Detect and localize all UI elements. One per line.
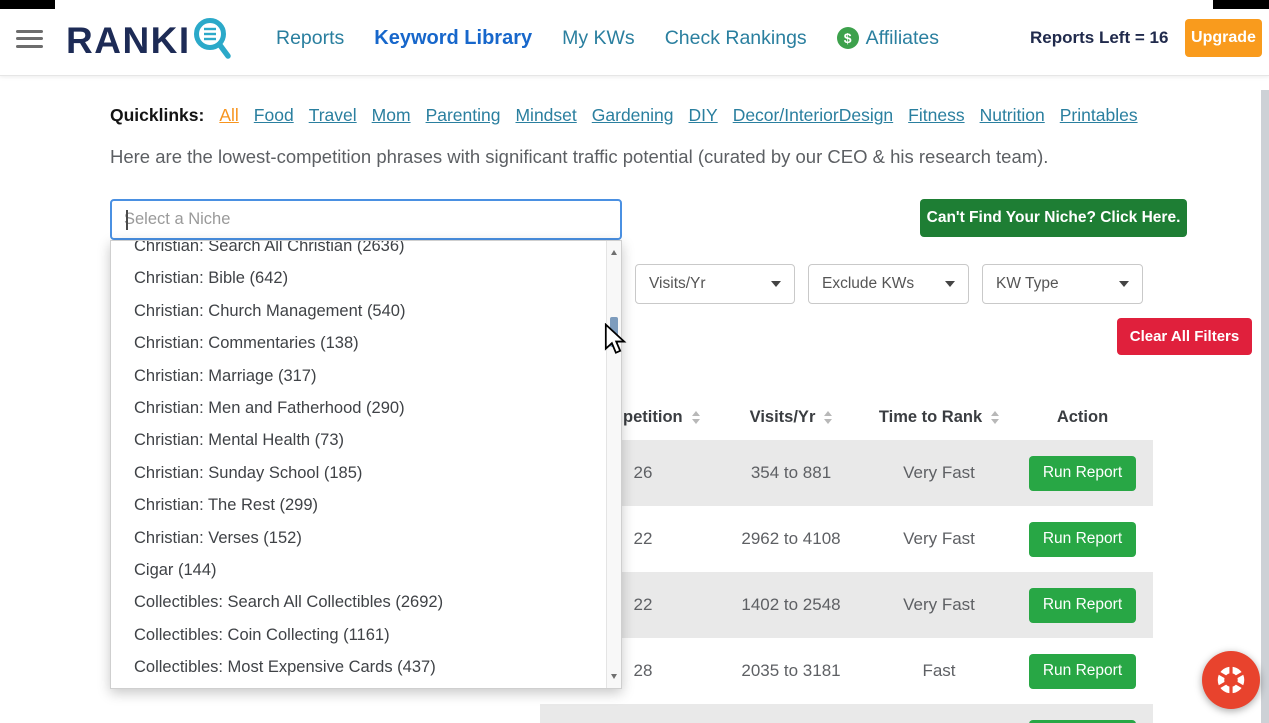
visits-cell: 2962 to 4108 xyxy=(716,529,866,549)
run-report-button[interactable]: Run Report xyxy=(1029,456,1136,491)
cant-find-niche-button[interactable]: Can't Find Your Niche? Click Here. xyxy=(920,199,1187,237)
top-left-black-bar xyxy=(0,0,55,9)
run-report-button[interactable]: Run Report xyxy=(1029,654,1136,689)
quicklinks-row: Quicklinks: All Food Travel Mom Parentin… xyxy=(110,105,1138,126)
quicklink-decor-interior-design[interactable]: Decor/InteriorDesign xyxy=(733,105,893,126)
time-to-rank-header-label: Time to Rank xyxy=(879,408,982,427)
exclude-kws-filter[interactable]: Exclude KWs xyxy=(808,264,969,304)
exclude-filter-label: Exclude KWs xyxy=(822,275,914,293)
clear-all-filters-button[interactable]: Clear All Filters xyxy=(1117,318,1252,355)
rankiq-logo[interactable]: RANKI xyxy=(66,15,234,66)
quicklink-printables[interactable]: Printables xyxy=(1060,105,1138,126)
run-report-button[interactable]: Run Report xyxy=(1029,588,1136,623)
dropdown-option[interactable]: Christian: Mental Health (73) xyxy=(111,424,621,456)
sort-icon[interactable] xyxy=(991,411,999,424)
time-to-rank-cell: Fast xyxy=(866,661,1012,681)
top-nav: RANKI Reports Keyword Library My KWs Che… xyxy=(0,0,1269,76)
text-caret xyxy=(126,210,128,230)
table-row: 28 2035 to 3181 Fast Run Report xyxy=(540,638,1153,704)
quicklink-fitness[interactable]: Fitness xyxy=(908,105,964,126)
dropdown-option[interactable]: Collectibles: Search All Collectibles (2… xyxy=(111,586,621,618)
chat-widget-button[interactable] xyxy=(1202,651,1260,709)
time-to-rank-cell: Very Fast xyxy=(866,463,1012,483)
kw-type-filter[interactable]: KW Type xyxy=(982,264,1143,304)
time-to-rank-cell: Very Fast xyxy=(866,595,1012,615)
quicklink-travel[interactable]: Travel xyxy=(309,105,357,126)
visits-header-label: Visits/Yr xyxy=(750,408,816,427)
quicklink-mom[interactable]: Mom xyxy=(372,105,411,126)
page: RANKI Reports Keyword Library My KWs Che… xyxy=(0,0,1269,723)
quicklink-food[interactable]: Food xyxy=(254,105,294,126)
table-header-row: Competition Visits/Yr Time to Rank Actio… xyxy=(540,395,1153,440)
sort-icon[interactable] xyxy=(824,411,832,424)
dropdown-option[interactable]: Cigar (144) xyxy=(111,554,621,586)
visits-cell: 354 to 881 xyxy=(716,463,866,483)
dropdown-option[interactable]: Christian: Verses (152) xyxy=(111,522,621,554)
visits-per-year-filter[interactable]: Visits/Yr xyxy=(635,264,795,304)
sort-icon[interactable] xyxy=(692,411,700,424)
dropdown-option[interactable]: Christian: Men and Fatherhood (290) xyxy=(111,392,621,424)
nav-item-keyword-library[interactable]: Keyword Library xyxy=(374,27,532,50)
quicklink-diy[interactable]: DIY xyxy=(689,105,718,126)
time-to-rank-header: Time to Rank xyxy=(866,408,1012,427)
dropdown-option[interactable]: Collectibles: Coin Collecting (1161) xyxy=(111,619,621,651)
niche-select-input[interactable] xyxy=(110,199,622,240)
action-header: Action xyxy=(1012,408,1153,427)
dropdown-option[interactable]: Collectibles: Most Expensive Cards (437) xyxy=(111,651,621,683)
dropdown-scrollbar[interactable] xyxy=(606,241,621,688)
keyword-table: Competition Visits/Yr Time to Rank Actio… xyxy=(540,395,1153,723)
chevron-down-icon xyxy=(1119,281,1129,287)
niche-option-list: Christian: Search All Christian (2636) C… xyxy=(111,240,621,683)
main-nav-links: Reports Keyword Library My KWs Check Ran… xyxy=(276,0,939,76)
scrollbar-thumb[interactable] xyxy=(610,317,618,347)
upgrade-button[interactable]: Upgrade xyxy=(1185,19,1262,57)
affiliates-label: Affiliates xyxy=(866,27,939,50)
quicklink-gardening[interactable]: Gardening xyxy=(592,105,674,126)
magnifier-q-icon xyxy=(192,15,234,66)
chevron-down-icon xyxy=(771,281,781,287)
dropdown-option[interactable]: Christian: Church Management (540) xyxy=(111,295,621,327)
dropdown-option[interactable]: Christian: Bible (642) xyxy=(111,262,621,294)
logo-text: RANKI xyxy=(66,18,191,64)
table-row-partial xyxy=(540,704,1153,723)
chevron-down-icon xyxy=(945,281,955,287)
intro-text: Here are the lowest-competition phrases … xyxy=(110,146,1048,168)
table-row: 22 1402 to 2548 Very Fast Run Report xyxy=(540,572,1153,638)
quicklink-mindset[interactable]: Mindset xyxy=(515,105,576,126)
quicklink-parenting[interactable]: Parenting xyxy=(426,105,501,126)
time-to-rank-cell: Very Fast xyxy=(866,529,1012,549)
scroll-down-arrow-icon[interactable] xyxy=(611,674,617,679)
dropdown-option[interactable]: Christian: The Rest (299) xyxy=(111,489,621,521)
visits-cell: 2035 to 3181 xyxy=(716,661,866,681)
help-buoy-icon xyxy=(1214,663,1248,697)
nav-item-reports[interactable]: Reports xyxy=(276,27,344,50)
top-right-black-bar xyxy=(1213,0,1269,9)
hamburger-menu-icon[interactable] xyxy=(16,25,43,52)
table-row: 22 2962 to 4108 Very Fast Run Report xyxy=(540,506,1153,572)
nav-item-my-kws[interactable]: My KWs xyxy=(562,27,635,50)
quicklinks-label: Quicklinks: xyxy=(110,105,204,126)
dollar-icon: $ xyxy=(837,27,859,49)
dropdown-option[interactable]: Christian: Sunday School (185) xyxy=(111,457,621,489)
scroll-up-arrow-icon[interactable] xyxy=(611,250,617,255)
dropdown-option[interactable]: Christian: Marriage (317) xyxy=(111,360,621,392)
visits-cell: 1402 to 2548 xyxy=(716,595,866,615)
nav-item-check-rankings[interactable]: Check Rankings xyxy=(665,27,807,50)
action-header-label: Action xyxy=(1057,408,1108,427)
reports-left-counter: Reports Left = 16 xyxy=(1030,28,1168,48)
quicklink-all[interactable]: All xyxy=(219,105,238,126)
dropdown-option[interactable]: Christian: Search All Christian (2636) xyxy=(111,240,621,262)
niche-dropdown: Christian: Search All Christian (2636) C… xyxy=(110,240,622,689)
browser-scrollbar[interactable] xyxy=(1261,90,1269,723)
run-report-button[interactable]: Run Report xyxy=(1029,522,1136,557)
run-report-button[interactable] xyxy=(1029,720,1136,723)
dropdown-option[interactable]: Christian: Commentaries (138) xyxy=(111,327,621,359)
table-row: 26 354 to 881 Very Fast Run Report xyxy=(540,440,1153,506)
visits-filter-label: Visits/Yr xyxy=(649,275,706,293)
nav-item-affiliates[interactable]: $ Affiliates xyxy=(837,27,939,50)
kw-type-filter-label: KW Type xyxy=(996,275,1059,293)
quicklink-nutrition[interactable]: Nutrition xyxy=(980,105,1045,126)
visits-header: Visits/Yr xyxy=(716,408,866,427)
